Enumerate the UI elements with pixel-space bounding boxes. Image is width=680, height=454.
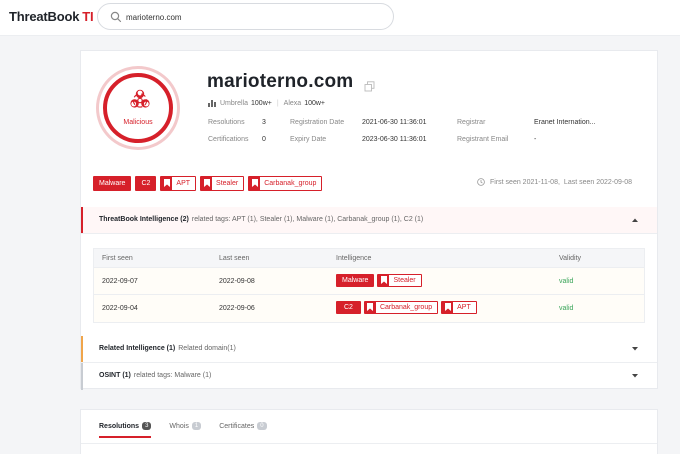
domain-summary-card: Malicious marioterno.com Umbrella 100w+ … bbox=[80, 50, 658, 390]
section-related: Related domain(1) bbox=[178, 345, 236, 352]
bar-chart-icon bbox=[208, 100, 216, 107]
domain-title: marioterno.com bbox=[207, 71, 354, 92]
search-icon bbox=[110, 11, 122, 23]
tag-stealer[interactable]: Stealer bbox=[200, 176, 245, 191]
umbrella-label: Umbrella bbox=[220, 100, 249, 107]
bookmark-icon bbox=[378, 274, 390, 286]
bookmark-icon bbox=[201, 176, 213, 190]
registration-date-value: 2021-06-30 11:36:01 bbox=[362, 119, 427, 126]
details-card: Resolutions 3 Whois 1 Certificates 0 bbox=[80, 409, 658, 454]
copy-icon[interactable] bbox=[364, 81, 375, 92]
threatbook-intelligence-header[interactable]: ThreatBook Intelligence (2) related tags:… bbox=[81, 207, 657, 234]
section-related-tags: related tags: Malware (1) bbox=[133, 372, 212, 379]
alexa-value: 100w+ bbox=[304, 100, 326, 107]
tag-carbanak-group[interactable]: Carbanak_group bbox=[248, 176, 323, 191]
resolutions-label: Resolutions bbox=[208, 119, 245, 126]
tag-malware[interactable]: Malware bbox=[336, 274, 375, 287]
bookmark-icon bbox=[249, 176, 261, 190]
section-related-tags: related tags: APT (1), Stealer (1), Malw… bbox=[191, 216, 424, 223]
row-validity: valid bbox=[559, 305, 574, 312]
certificates-label: Certifications bbox=[208, 136, 249, 143]
tag-c2[interactable]: C2 bbox=[135, 176, 157, 191]
row-last-seen: 2022-09-08 bbox=[219, 278, 255, 285]
first-seen: First seen 2021-11-08, bbox=[490, 178, 560, 186]
bookmark-icon bbox=[364, 301, 376, 313]
tab-certificates[interactable]: Certificates 0 bbox=[219, 422, 267, 438]
seen-dates: First seen 2021-11-08, Last seen 2022-09… bbox=[477, 178, 632, 186]
logo-suffix: TI bbox=[82, 9, 94, 24]
registrant-email-value: - bbox=[534, 136, 537, 143]
section-title: ThreatBook Intelligence (2) bbox=[99, 216, 189, 223]
section-title: OSINT (1) bbox=[99, 372, 131, 379]
row-last-seen: 2022-09-06 bbox=[219, 305, 255, 312]
table-header: First seen Last seen Intelligence Validi… bbox=[94, 249, 644, 268]
logo-text: ThreatBook bbox=[9, 9, 80, 24]
verdict-badge: Malicious bbox=[96, 66, 180, 150]
expiry-date-value: 2023-06-30 11:36:01 bbox=[362, 136, 427, 143]
registration-date-label: Registration Date bbox=[290, 119, 345, 126]
tab-whois[interactable]: Whois 1 bbox=[169, 422, 202, 438]
top-bar: ThreatBook TI bbox=[0, 0, 680, 36]
column-validity: Validity bbox=[559, 255, 582, 262]
tab-count: 0 bbox=[257, 422, 267, 430]
tag-malware[interactable]: Malware bbox=[93, 176, 132, 191]
rank-info: Umbrella 100w+ | Alexa 100w+ bbox=[208, 100, 325, 107]
tab-resolutions[interactable]: Resolutions 3 bbox=[99, 422, 152, 438]
divider: | bbox=[276, 100, 279, 107]
registrar-label: Registrar bbox=[457, 119, 486, 126]
search-input[interactable] bbox=[126, 8, 376, 26]
registrant-email-label: Registrant Email bbox=[457, 136, 509, 143]
tag-stealer[interactable]: Stealer bbox=[377, 274, 422, 287]
certificates-value[interactable]: 0 bbox=[262, 136, 266, 143]
osint-header[interactable]: OSINT (1) related tags: Malware (1) bbox=[81, 363, 657, 390]
column-last-seen: Last seen bbox=[219, 255, 250, 262]
row-validity: valid bbox=[559, 278, 574, 285]
search-box[interactable] bbox=[97, 3, 394, 30]
tag-list: Malware C2 APT Stealer Carbanak_group bbox=[93, 176, 323, 191]
verdict-label: Malicious bbox=[123, 119, 153, 126]
tag-apt[interactable]: APT bbox=[160, 176, 197, 191]
expiry-date-label: Expiry Date bbox=[290, 136, 327, 143]
row-tags: Malware Stealer bbox=[336, 274, 422, 287]
details-tabs: Resolutions 3 Whois 1 Certificates 0 bbox=[99, 422, 267, 438]
intelligence-table: First seen Last seen Intelligence Validi… bbox=[93, 248, 645, 323]
row-first-seen: 2022-09-04 bbox=[102, 305, 138, 312]
bookmark-icon bbox=[442, 301, 454, 313]
section-title: Related Intelligence (1) bbox=[99, 345, 176, 352]
chevron-down-icon[interactable] bbox=[631, 346, 639, 352]
clock-icon bbox=[477, 178, 485, 186]
alexa-label: Alexa bbox=[283, 100, 302, 107]
table-row: 2022-09-07 2022-09-08 Malware Stealer va… bbox=[94, 268, 644, 295]
table-row: 2022-09-04 2022-09-06 C2 Carbanak_group … bbox=[94, 295, 644, 322]
bookmark-icon bbox=[161, 176, 173, 190]
related-intelligence-header[interactable]: Related Intelligence (1) Related domain(1… bbox=[81, 336, 657, 363]
column-first-seen: First seen bbox=[102, 255, 133, 262]
tag-carbanak-group[interactable]: Carbanak_group bbox=[363, 301, 439, 314]
last-seen: Last seen 2022-09-08 bbox=[563, 178, 633, 186]
chevron-down-icon[interactable] bbox=[631, 373, 639, 379]
resolutions-value[interactable]: 3 bbox=[262, 119, 266, 126]
row-tags: C2 Carbanak_group APT bbox=[336, 301, 477, 314]
column-intelligence: Intelligence bbox=[336, 255, 372, 262]
row-first-seen: 2022-09-07 bbox=[102, 278, 138, 285]
tag-apt[interactable]: APT bbox=[441, 301, 477, 314]
tag-c2[interactable]: C2 bbox=[336, 301, 361, 314]
logo[interactable]: ThreatBook TI bbox=[9, 9, 94, 24]
tab-count: 1 bbox=[191, 422, 202, 430]
chevron-up-icon[interactable] bbox=[631, 217, 639, 223]
umbrella-value: 100w+ bbox=[251, 100, 272, 107]
registrar-value: Eranet Internation... bbox=[534, 119, 596, 126]
biohazard-icon bbox=[130, 89, 150, 108]
tab-count: 3 bbox=[142, 422, 152, 430]
tab-divider bbox=[81, 443, 657, 444]
